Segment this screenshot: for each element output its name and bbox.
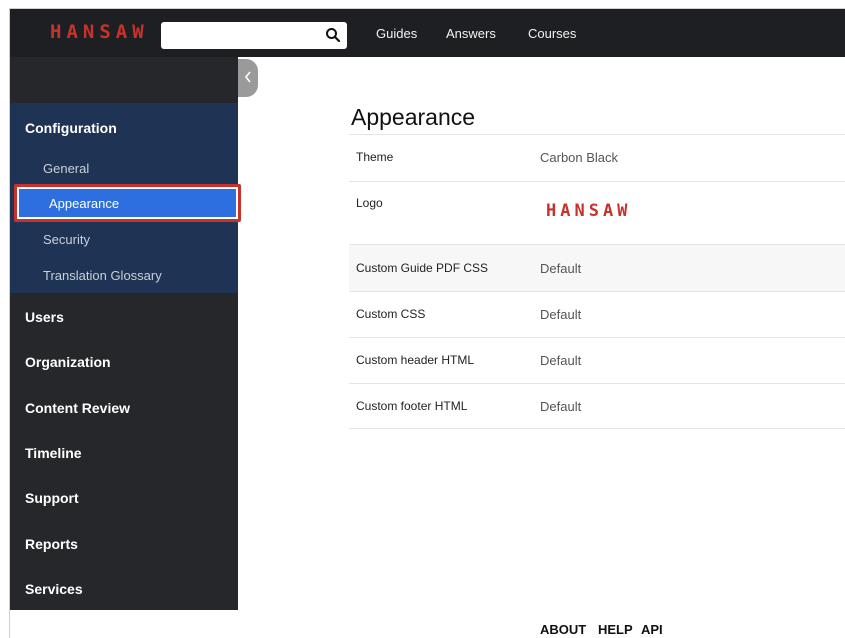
sidebar-item-translation-glossary[interactable]: Translation Glossary [43,268,162,283]
chevron-left-icon [244,71,251,83]
search-icon[interactable] [325,27,341,43]
sidebar-section-organization[interactable]: Organization [25,354,111,370]
row-label: Theme [356,150,394,164]
row-value: Default [540,353,582,368]
row-label: Custom footer HTML [356,399,468,413]
sidebar-section-support[interactable]: Support [25,490,79,506]
sidebar-section-content-review[interactable]: Content Review [25,400,130,416]
top-bar: HANSAW Guides Answers Courses [10,9,845,57]
settings-row-custom-css[interactable]: Custom CSS Default [349,291,845,337]
row-value: Default [540,261,582,276]
logo-preview: HANSAW [546,201,632,221]
footer-link-api[interactable]: API [641,622,663,637]
sidebar-item-appearance[interactable]: Appearance [14,184,241,222]
sidebar-section-users[interactable]: Users [25,309,64,325]
sidebar-item-general[interactable]: General [43,161,89,176]
nav-answers[interactable]: Answers [446,26,496,41]
sidebar-collapse-toggle[interactable] [238,59,258,97]
row-label: Custom Guide PDF CSS [356,261,489,275]
search-input[interactable] [161,22,347,49]
settings-row-custom-header-html[interactable]: Custom header HTML Default [349,337,845,383]
table-divider [349,428,845,429]
settings-row-custom-guide-pdf-css[interactable]: Custom Guide PDF CSS Default [349,244,845,291]
active-item-highlight: Appearance [19,189,236,217]
row-value: Default [540,399,582,414]
row-value: Carbon Black [540,150,619,165]
row-label: Custom header HTML [356,353,475,367]
row-value: Default [540,307,582,322]
nav-courses[interactable]: Courses [528,26,576,41]
brand-logo[interactable]: HANSAW [50,21,149,43]
settings-row-logo[interactable]: Logo HANSAW [349,181,845,244]
sidebar-section-timeline[interactable]: Timeline [25,445,82,461]
settings-row-theme[interactable]: Theme Carbon Black [349,134,845,181]
sidebar-section-configuration[interactable]: Configuration [25,120,117,136]
sidebar-section-reports[interactable]: Reports [25,536,78,552]
sidebar: Configuration General Security Translati… [10,57,238,610]
footer-link-about[interactable]: ABOUT [540,622,586,637]
row-label: Logo [356,196,383,210]
sidebar-item-security[interactable]: Security [43,232,90,247]
footer-link-help[interactable]: HELP [598,622,633,637]
settings-row-custom-footer-html[interactable]: Custom footer HTML Default [349,383,845,428]
nav-guides[interactable]: Guides [376,26,417,41]
app-window: HANSAW Guides Answers Courses Configurat… [9,8,845,638]
sidebar-item-label: Appearance [49,196,120,211]
sidebar-section-services[interactable]: Services [25,581,83,597]
page-title: Appearance [351,104,476,130]
row-label: Custom CSS [356,307,426,321]
